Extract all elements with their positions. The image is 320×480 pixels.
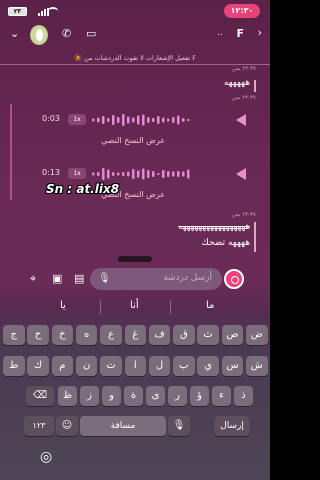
message-text[interactable]: هههههههههههههههههه (178, 222, 250, 232)
key[interactable]: ى (146, 386, 165, 406)
key[interactable]: ط (3, 356, 25, 376)
key[interactable]: ة (124, 386, 143, 406)
key[interactable]: ز (80, 386, 99, 406)
key[interactable]: م (51, 356, 74, 376)
status-bar: ٢٣ ١٢:٣٠ (0, 0, 270, 24)
phone-icon[interactable]: ✆ (62, 28, 71, 40)
chat-input[interactable]: 🎙 أرسل دردشة (90, 268, 222, 290)
space-key[interactable]: مسافة (80, 416, 166, 436)
key[interactable]: ق (173, 325, 195, 345)
message-bar (254, 222, 256, 252)
scroll-indicator (118, 256, 152, 262)
key[interactable]: ع (100, 325, 122, 345)
sticker-icon[interactable]: ▣ (52, 272, 62, 285)
message-text[interactable]: ههههه تضحك (201, 238, 250, 248)
globe-icon[interactable]: ◎ (40, 449, 52, 465)
chat-input-placeholder: أرسل دردشة (163, 273, 212, 283)
microphone-icon[interactable]: 🎙 (98, 273, 111, 284)
timestamp: ٢٢:٣٧ يس (232, 212, 256, 218)
video-icon[interactable]: ▭ (86, 28, 96, 40)
timestamp: ٢٢:٣٧ يس (232, 95, 256, 101)
key[interactable]: ث (197, 325, 219, 345)
divider (0, 64, 270, 65)
speed-button[interactable]: 1x (68, 168, 86, 179)
play-icon[interactable] (236, 114, 246, 126)
key[interactable]: ش (246, 356, 268, 376)
microphone-key[interactable]: 🎙 (168, 416, 190, 436)
message-bar (10, 104, 12, 200)
key[interactable]: غ (124, 325, 146, 345)
message-text[interactable]: هههههه (224, 78, 250, 88)
suggestion[interactable]: ما (206, 300, 214, 311)
key[interactable]: ت (100, 356, 122, 376)
key[interactable]: ي (197, 356, 219, 376)
chevron-down-icon[interactable]: ⌄ (10, 28, 19, 40)
chat-screen: ٢٣ ١٢:٣٠ ⌄ ✆ ▭ .. F › 🔕 تفعيل الإشعارات … (0, 0, 270, 480)
chat-name[interactable]: F (236, 27, 244, 40)
watermark: Sn : at.lix8 (46, 182, 120, 196)
camera-button[interactable] (224, 269, 244, 289)
suggestion-divider (170, 300, 171, 314)
suggestion-divider (100, 300, 101, 314)
voice-duration: 0:03 (42, 114, 60, 123)
key[interactable]: ك (27, 356, 49, 376)
transcript-link[interactable]: عرض النسخ النصي (14, 136, 252, 145)
backspace-key[interactable]: ⌫ (26, 386, 54, 406)
key[interactable]: خ (51, 325, 74, 345)
key[interactable]: ه (75, 325, 98, 345)
speed-button[interactable]: 1x (68, 114, 86, 125)
numbers-key[interactable]: ١٢٣ (24, 416, 54, 436)
key[interactable]: ح (27, 325, 49, 345)
notification-text: تفعيل الإشعارات لا تفوت الدردشات من F (84, 54, 197, 62)
status-time: ١٢:٣٠ (224, 4, 260, 18)
key[interactable]: ج (3, 325, 25, 345)
message-bar (254, 80, 256, 92)
voice-duration: 0:13 (42, 168, 60, 177)
chevron-right-icon[interactable]: › (258, 27, 262, 39)
wifi-icon (48, 7, 58, 15)
key[interactable]: ذ (234, 386, 253, 406)
notification-banner[interactable]: 🔕 تفعيل الإشعارات لا تفوت الدردشات من F (0, 54, 270, 62)
waveform (92, 114, 190, 126)
key[interactable]: ن (75, 356, 98, 376)
key[interactable]: ؤ (190, 386, 209, 406)
waveform (92, 168, 190, 180)
location-icon[interactable]: ⌖ (30, 272, 36, 286)
key[interactable]: ف (148, 325, 171, 345)
emoji-key[interactable]: ☺ (56, 416, 78, 436)
key[interactable]: ر (168, 386, 187, 406)
key[interactable]: و (102, 386, 121, 406)
play-icon[interactable] (236, 168, 246, 180)
key[interactable]: ا (124, 356, 146, 376)
key[interactable]: س (221, 356, 244, 376)
timestamp: ٢٢:٣٧ يس (232, 66, 256, 72)
battery-icon: ٢٣ (8, 7, 27, 16)
key[interactable]: ء (212, 386, 231, 406)
voice-message[interactable]: 1x 0:03 عرض النسخ النصي (14, 104, 252, 156)
key[interactable]: ض (246, 325, 268, 345)
send-key[interactable]: إرسال (214, 416, 250, 436)
key[interactable]: ب (173, 356, 195, 376)
key[interactable]: ل (148, 356, 171, 376)
gallery-icon[interactable]: ▤ (74, 272, 84, 285)
chat-name-dots: .. (217, 28, 223, 38)
key[interactable]: ظ (58, 386, 77, 406)
key[interactable]: ص (221, 325, 244, 345)
suggestion[interactable]: أنا (130, 300, 139, 311)
suggestion[interactable]: يا (60, 300, 66, 311)
avatar[interactable] (30, 25, 48, 45)
bell-off-icon: 🔕 (73, 54, 83, 62)
